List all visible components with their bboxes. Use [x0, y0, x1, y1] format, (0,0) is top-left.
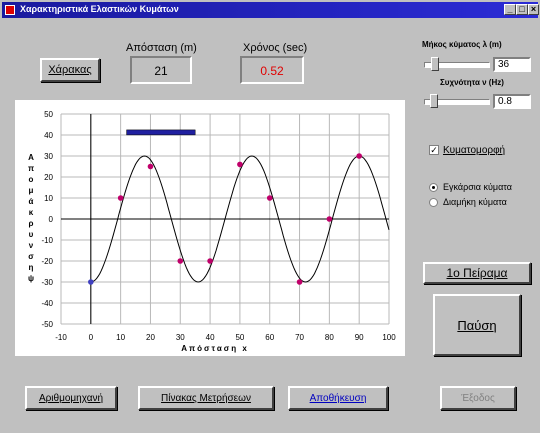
distance-readout: 21 [130, 56, 192, 84]
time-readout: 0.52 [240, 56, 304, 84]
transverse-radio[interactable] [429, 183, 438, 192]
maximize-button[interactable]: □ [516, 4, 528, 15]
x-tick-label: 60 [265, 333, 274, 342]
waveform-checkbox[interactable]: ✓ [429, 145, 439, 155]
exit-button-label: Έξοδος [461, 392, 495, 404]
app-icon[interactable] [5, 5, 15, 15]
pause-button[interactable]: Παύση [433, 294, 521, 356]
y-tick-label: 10 [44, 194, 53, 203]
x-tick-label: 90 [355, 333, 364, 342]
wave-point-marker [237, 161, 243, 168]
wave-point-marker [266, 195, 273, 201]
wave-point-marker [147, 163, 154, 170]
pause-button-label: Παύση [457, 317, 497, 333]
wave-point-marker [326, 216, 333, 222]
wave-point-marker [88, 279, 94, 285]
longitudinal-radio[interactable] [429, 198, 438, 207]
save-button-label: Αποθήκευση [309, 392, 367, 404]
wavelength-label: Μήκος κύματος λ (m) [422, 40, 502, 49]
measurements-table-button-label: Πίνακας Μετρήσεων [161, 392, 251, 404]
time-label: Χρόνος (sec) [243, 42, 308, 54]
wave-point-marker [356, 153, 362, 159]
x-tick-label: -10 [55, 333, 67, 342]
x-tick-label: 10 [116, 333, 125, 342]
measurements-table-button[interactable]: Πίνακας Μετρήσεων [138, 386, 274, 410]
distance-label: Απόσταση (m) [126, 42, 197, 54]
wave-chart: -10 0 10 20 30 40 50 60 70 80 90 100 50 40 30 20 10 0 -10-… [15, 100, 405, 356]
x-tick-label: 100 [382, 333, 396, 342]
frequency-input[interactable]: 0.8 [493, 94, 531, 109]
wavelength-slider-thumb[interactable] [430, 57, 439, 71]
ruler-bar [126, 129, 196, 136]
wave-point-marker [296, 279, 303, 285]
y-tick-label: -20 [41, 257, 53, 266]
ruler-button-label: Χάρακας [48, 64, 92, 76]
y-tick-label: 20 [44, 173, 53, 182]
window-title: Χαρακτηριστικά Ελαστικών Κυμάτων [20, 4, 179, 14]
application-window: Χαρακτηριστικά Ελαστικών Κυμάτων _ □ × Χ… [0, 0, 540, 433]
y-tick-label: -10 [41, 236, 53, 245]
experiment-button-label: 1ο Πείραμα [446, 266, 508, 280]
distance-value: 21 [154, 64, 168, 78]
transverse-label: Εγκάρσια κύματα [443, 182, 512, 192]
wave-point-marker [117, 195, 124, 201]
frequency-slider-thumb[interactable] [429, 94, 438, 108]
wavelength-input[interactable]: 36 [493, 57, 531, 72]
exit-button[interactable]: Έξοδος [440, 386, 516, 410]
x-axis-title: Απόσταση x [181, 344, 249, 353]
y-tick-label: 30 [44, 152, 53, 161]
waveform-label: Κυματομορφή [443, 145, 506, 156]
y-tick-label: 50 [44, 110, 53, 119]
y-tick-label: -40 [41, 299, 53, 308]
x-tick-label: 70 [295, 333, 304, 342]
wave-point-marker [177, 258, 184, 264]
x-tick-label: 50 [235, 333, 244, 342]
ruler-button[interactable]: Χάρακας [40, 58, 100, 82]
save-button[interactable]: Αποθήκευση [288, 386, 388, 410]
x-tick-label: 0 [89, 333, 94, 342]
y-axis-title: Απομάκρυνσηψ [28, 153, 34, 283]
y-tick-label: 40 [44, 131, 53, 140]
minimize-button[interactable]: _ [504, 4, 516, 15]
wave-point-marker [207, 258, 213, 264]
x-tick-label: 20 [146, 333, 155, 342]
time-value: 0.52 [260, 64, 284, 78]
experiment-button[interactable]: 1ο Πείραμα [423, 262, 531, 284]
y-tick-label: -30 [41, 278, 53, 287]
counter-button[interactable]: Αριθμομηχανή [25, 386, 117, 410]
longitudinal-label: Διαμήκη κύματα [443, 197, 507, 207]
counter-button-label: Αριθμομηχανή [38, 392, 104, 404]
x-tick-label: 30 [176, 333, 185, 342]
y-tick-label: -50 [41, 320, 53, 329]
y-tick-label: 0 [49, 215, 54, 224]
x-tick-label: 40 [206, 333, 215, 342]
title-bar[interactable]: Χαρακτηριστικά Ελαστικών Κυμάτων _ □ × [2, 2, 539, 18]
close-button[interactable]: × [528, 4, 539, 15]
frequency-label: Συχνότητα ν (Hz) [440, 78, 504, 87]
wave-chart-svg: -10 0 10 20 30 40 50 60 70 80 90 10050403020100-10-… [28, 110, 396, 353]
x-tick-label: 80 [325, 333, 334, 342]
